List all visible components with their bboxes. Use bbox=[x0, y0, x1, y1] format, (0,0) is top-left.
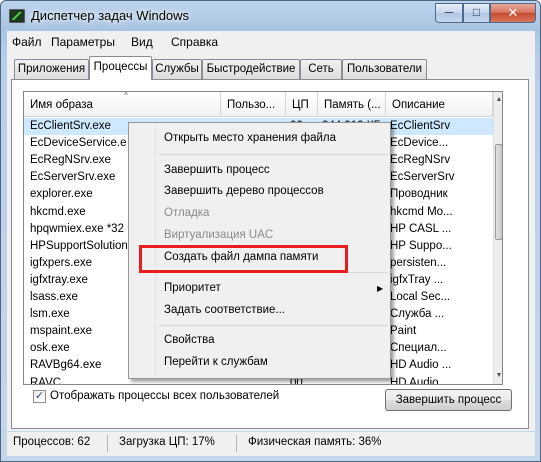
process-description: EcServerSrv bbox=[390, 171, 455, 184]
column-cpu[interactable]: ЦП bbox=[286, 92, 318, 117]
process-description: persisten... bbox=[390, 256, 447, 269]
close-button[interactable]: ✕ bbox=[490, 3, 536, 23]
tab-users[interactable]: Пользователи bbox=[342, 59, 427, 79]
cm-separator bbox=[159, 325, 388, 326]
menu-view[interactable]: Вид bbox=[131, 35, 153, 49]
menu-options[interactable]: Параметры bbox=[51, 35, 115, 49]
status-memory: Физическая память: 36% bbox=[248, 436, 382, 448]
process-description: HD Audio ... bbox=[390, 376, 452, 385]
process-description: HD Audio ... bbox=[390, 359, 452, 372]
menu-bar: Файл Параметры Вид Справка bbox=[7, 31, 535, 53]
show-all-users-checkbox[interactable]: ✓ bbox=[33, 390, 46, 403]
cm-uac-virtualization: Виртуализация UAC bbox=[164, 229, 274, 241]
task-manager-app-icon bbox=[9, 9, 25, 23]
cm-open-file-location[interactable]: Открыть место хранения файла bbox=[164, 132, 336, 144]
process-description: Служба ... bbox=[390, 308, 445, 321]
process-description: EcClientSrv bbox=[390, 120, 451, 132]
cm-separator bbox=[159, 154, 388, 155]
process-description: HP Suppo... bbox=[390, 239, 452, 252]
process-description: HP CASL ... bbox=[390, 222, 452, 235]
status-divider bbox=[236, 435, 237, 452]
process-description: igfxTray ... bbox=[390, 273, 444, 286]
minimize-button[interactable]: ─ bbox=[435, 3, 463, 23]
tab-applications[interactable]: Приложения bbox=[14, 59, 89, 79]
vertical-scrollbar[interactable]: ▲ ▼ bbox=[493, 92, 502, 384]
end-process-button[interactable]: Завершить процесс bbox=[385, 389, 512, 411]
scroll-thumb[interactable] bbox=[495, 144, 502, 240]
cm-end-process-tree[interactable]: Завершить дерево процессов bbox=[164, 185, 324, 197]
column-user[interactable]: Пользо... bbox=[221, 92, 286, 117]
sort-ascending-icon: ^ bbox=[124, 92, 128, 100]
cm-properties[interactable]: Свойства bbox=[164, 334, 215, 346]
scroll-down-icon[interactable]: ▼ bbox=[494, 368, 502, 384]
cm-set-affinity[interactable]: Задать соответствие... bbox=[164, 304, 285, 316]
process-description: Paint bbox=[390, 325, 417, 338]
show-all-users-label[interactable]: Отображать процессы всех пользователей bbox=[50, 390, 279, 402]
column-memory[interactable]: Память (... bbox=[318, 92, 386, 117]
cm-debug: Отладка bbox=[164, 207, 210, 219]
status-bar: Процессов: 62 Загрузка ЦП: 17% Физическа… bbox=[7, 432, 535, 456]
menu-help[interactable]: Справка bbox=[171, 35, 218, 49]
cm-priority[interactable]: Приоритет bbox=[164, 282, 221, 294]
process-description: Local Sec... bbox=[390, 291, 451, 303]
annotation-highlight-box bbox=[139, 245, 348, 273]
process-description: Проводник bbox=[390, 188, 448, 201]
tab-network[interactable]: Сеть bbox=[300, 59, 342, 79]
status-cpu: Загрузка ЦП: 17% bbox=[119, 436, 215, 448]
tab-processes[interactable]: Процессы bbox=[89, 56, 152, 80]
title-bar[interactable]: Диспетчер задач Windows ─ □ ✕ bbox=[1, 1, 540, 31]
menu-file[interactable]: Файл bbox=[12, 35, 42, 49]
process-description: EcDevice... bbox=[390, 137, 449, 150]
window-title: Диспетчер задач Windows bbox=[31, 8, 190, 23]
process-description: Специал... bbox=[390, 342, 447, 355]
column-description[interactable]: Описание bbox=[386, 92, 493, 117]
submenu-arrow-icon: ▶ bbox=[377, 284, 384, 293]
column-image-name[interactable]: Имя образа ^ bbox=[24, 92, 221, 117]
cm-end-process[interactable]: Завершить процесс bbox=[164, 164, 270, 176]
task-manager-window: Диспетчер задач Windows ─ □ ✕ Файл Парам… bbox=[0, 0, 541, 462]
scroll-up-icon[interactable]: ▲ bbox=[494, 92, 502, 108]
tab-performance[interactable]: Быстродействие bbox=[202, 59, 300, 79]
status-divider bbox=[107, 435, 108, 452]
maximize-button[interactable]: □ bbox=[463, 3, 490, 23]
process-description: hkcmd Mo... bbox=[390, 205, 453, 218]
cm-go-to-services[interactable]: Перейти к службам bbox=[164, 356, 268, 368]
tab-services[interactable]: Службы bbox=[152, 59, 202, 79]
status-processes: Процессов: 62 bbox=[13, 436, 91, 448]
process-description: EcRegNSrv bbox=[390, 154, 451, 167]
